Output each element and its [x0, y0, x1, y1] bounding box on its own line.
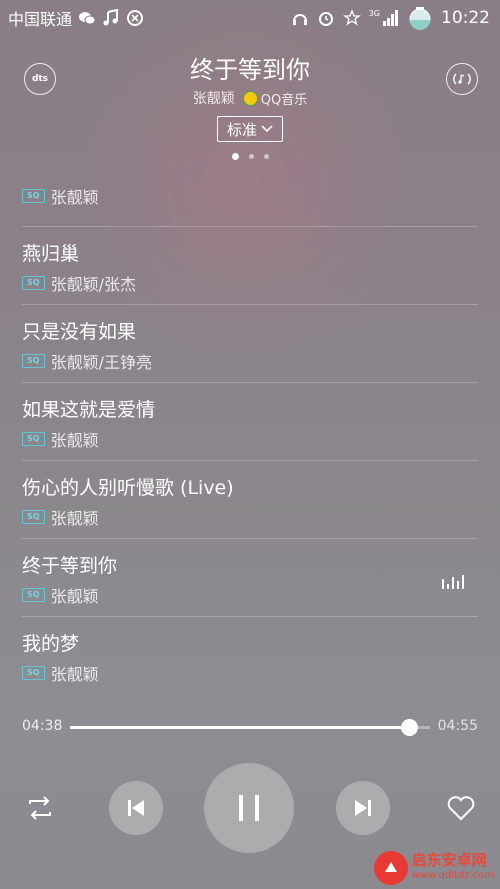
network-type-label: 3G: [368, 9, 380, 18]
seek-track[interactable]: [70, 719, 430, 736]
current-time: 04:38: [22, 718, 63, 734]
watermark-url: www.qdltdz.com: [411, 870, 494, 881]
headphones-icon: [292, 14, 307, 25]
song-title-header: 终于等到你: [190, 56, 310, 84]
battery-icon: [409, 7, 431, 30]
list-item-artist: 张靓颖/张杰: [50, 275, 136, 294]
page-indicator: [0, 153, 500, 160]
list-item-artist: 张靓颖: [50, 665, 99, 684]
heart-icon[interactable]: [446, 794, 476, 822]
sync-icon: [127, 10, 144, 26]
list-item[interactable]: 如果这就是爱情 SQ 张靓颖: [22, 383, 478, 461]
clock-time: 10:22: [441, 8, 490, 28]
list-item[interactable]: 伤心的人别听慢歌 (Live) SQ 张靓颖: [22, 461, 478, 539]
star-icon: [342, 9, 361, 26]
list-item-title: 我的梦: [22, 633, 80, 655]
song-subtitle: 张靓颖 QQ音乐: [0, 88, 500, 108]
list-item-artist: 张靓颖: [50, 431, 99, 450]
pause-icon: [239, 795, 259, 821]
signal-icon: [383, 10, 398, 26]
sq-badge: SQ: [22, 510, 45, 524]
skip-previous-icon: [128, 800, 144, 816]
sq-badge: SQ: [22, 666, 45, 680]
next-button[interactable]: [336, 781, 390, 835]
previous-button[interactable]: [109, 781, 163, 835]
list-item[interactable]: 燕归巢 SQ 张靓颖/张杰: [22, 227, 478, 305]
page-dot-3: [263, 154, 269, 159]
audio-effect-icon: [453, 73, 471, 85]
list-item-artist: 张靓颖: [50, 587, 99, 606]
list-item-title: 如果这就是爱情: [22, 399, 156, 421]
music-note-icon: [103, 9, 119, 26]
repeat-icon[interactable]: [24, 794, 56, 822]
list-item-title: 终于等到你: [22, 555, 118, 577]
list-item-artist: 张靓颖/王铮亮: [50, 353, 152, 372]
progress-bar: 04:38 04:55: [0, 715, 500, 739]
list-item-title: 伤心的人别听慢歌 (Live): [22, 477, 234, 499]
list-item-now-playing[interactable]: 终于等到你 SQ 张靓颖: [22, 539, 478, 617]
sq-badge: SQ: [22, 588, 45, 602]
alarm-icon: [318, 12, 333, 26]
sq-badge: SQ: [22, 189, 45, 203]
qq-music-logo-icon: [242, 90, 258, 106]
carrier-label: 中国联通: [8, 10, 73, 29]
now-playing-equalizer-icon: [442, 573, 464, 589]
playlist: SQ 张靓颖 燕归巢 SQ 张靓颖/张杰 只是没有如果 SQ 张靓颖/王铮亮 如…: [0, 170, 500, 695]
status-bar: 中国联通 3G 10:22: [0, 0, 500, 36]
header-source: QQ音乐: [260, 92, 308, 108]
quality-selector[interactable]: 标准: [217, 116, 283, 142]
watermark: 启东安卓网 www.qdltdz.com: [373, 851, 494, 885]
list-item-artist: 张靓颖: [50, 188, 99, 207]
list-item-partial[interactable]: SQ 张靓颖: [22, 170, 478, 227]
chevron-down-icon: [261, 125, 273, 133]
list-item[interactable]: 我的梦 SQ 张靓颖: [22, 617, 478, 695]
seek-thumb[interactable]: [401, 719, 419, 736]
header-artist: 张靓颖: [192, 91, 235, 107]
total-time: 04:55: [437, 718, 478, 734]
page-dot-2: [248, 154, 254, 159]
sq-badge: SQ: [22, 354, 45, 368]
list-item-artist: 张靓颖: [50, 509, 99, 528]
list-item-title: 只是没有如果: [22, 321, 137, 343]
skip-next-icon: [355, 800, 371, 816]
list-item[interactable]: 只是没有如果 SQ 张靓颖/王铮亮: [22, 305, 478, 383]
watermark-logo-icon: [373, 851, 408, 885]
sq-badge: SQ: [22, 276, 45, 290]
page-dot-1: [231, 153, 239, 160]
list-item-title: 燕归巢: [22, 243, 80, 265]
sq-badge: SQ: [22, 432, 45, 446]
pause-button[interactable]: [204, 763, 294, 853]
watermark-name: 启东安卓网: [411, 851, 487, 869]
quality-label: 标准: [226, 120, 257, 139]
seek-track-fill: [70, 726, 410, 729]
wechat-icon: [79, 12, 96, 25]
